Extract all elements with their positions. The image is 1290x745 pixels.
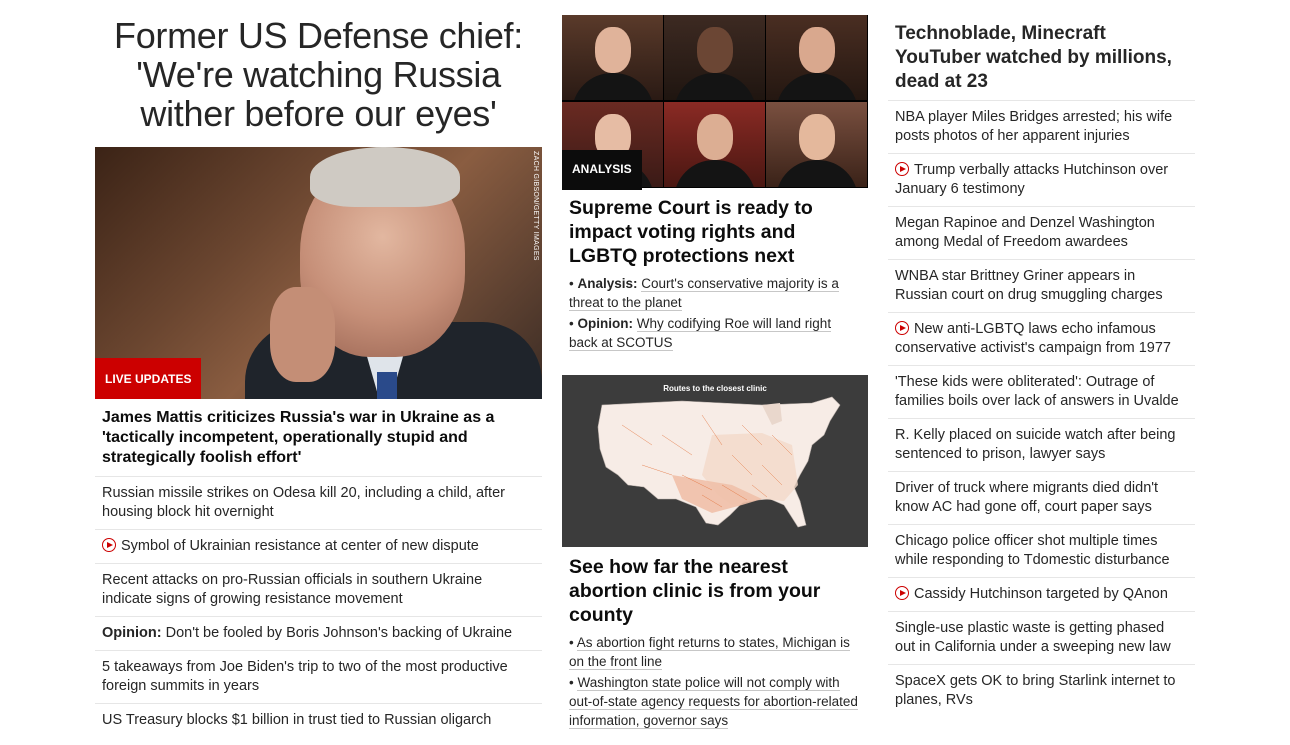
clinic-related-links: • As abortion fight returns to states, M…	[562, 631, 868, 730]
story-link[interactable]: SpaceX gets OK to bring Starlink interne…	[888, 664, 1195, 717]
video-play-icon	[895, 321, 909, 335]
story-link[interactable]: NBA player Miles Bridges arrested; his w…	[888, 100, 1195, 153]
video-play-icon	[895, 586, 909, 600]
story-text: R. Kelly placed on suicide watch after b…	[895, 427, 1176, 462]
story-text: 5 takeaways from Joe Biden's trip to two…	[102, 659, 508, 694]
analysis-badge[interactable]: ANALYSIS	[562, 150, 642, 190]
justice-photo	[664, 102, 765, 187]
lead-story-link[interactable]: James Mattis criticizes Russia's war in …	[95, 399, 542, 476]
story-text: WNBA star Brittney Griner appears in Rus…	[895, 268, 1163, 303]
video-play-icon	[895, 162, 909, 176]
story-link[interactable]: Driver of truck where migrants died didn…	[888, 471, 1195, 524]
related-link[interactable]: • Washington state police will not compl…	[562, 671, 868, 730]
clinic-headline[interactable]: See how far the nearest abortion clinic …	[562, 547, 868, 631]
right-story-list: NBA player Miles Bridges arrested; his w…	[888, 100, 1195, 717]
main-story-list: Russian missile strikes on Odesa kill 20…	[95, 476, 542, 737]
justice-photo	[664, 15, 765, 100]
main-story-column: Former US Defense chief: 'We're watching…	[95, 0, 542, 737]
justice-photo	[766, 15, 867, 100]
supreme-court-image[interactable]: ANALYSIS	[562, 15, 868, 190]
story-link[interactable]: Russian missile strikes on Odesa kill 20…	[95, 476, 542, 529]
us-map-graphic	[597, 396, 841, 528]
justice-photo	[562, 15, 663, 100]
scotus-related-links: • Analysis: Court's conservative majorit…	[562, 272, 868, 352]
related-link[interactable]: • Opinion: Why codifying Roe will land r…	[562, 312, 868, 352]
story-text: Driver of truck where migrants died didn…	[895, 480, 1159, 515]
story-link[interactable]: WNBA star Brittney Griner appears in Rus…	[888, 259, 1195, 312]
video-play-icon	[102, 538, 116, 552]
story-text: Cassidy Hutchinson targeted by QAnon	[914, 586, 1168, 602]
photo-credit: ZACH GIBSON/GETTY IMAGES	[532, 151, 539, 261]
related-text: Washington state police will not comply …	[569, 675, 858, 729]
story-text: Don't be fooled by Boris Johnson's backi…	[161, 625, 513, 641]
right-column: Technoblade, Minecraft YouTuber watched …	[888, 0, 1195, 717]
story-link[interactable]: Symbol of Ukrainian resistance at center…	[95, 529, 542, 563]
live-updates-badge[interactable]: LIVE UPDATES	[95, 358, 202, 399]
story-link[interactable]: Recent attacks on pro-Russian officials …	[95, 563, 542, 616]
story-link[interactable]: R. Kelly placed on suicide watch after b…	[888, 418, 1195, 471]
story-link[interactable]: Trump verbally attacks Hutchinson over J…	[888, 153, 1195, 206]
story-link[interactable]: Cassidy Hutchinson targeted by QAnon	[888, 577, 1195, 611]
main-story-image[interactable]: ZACH GIBSON/GETTY IMAGES LIVE UPDATES	[95, 147, 542, 399]
story-text: NBA player Miles Bridges arrested; his w…	[895, 109, 1173, 144]
related-link[interactable]: • As abortion fight returns to states, M…	[562, 631, 868, 671]
story-text: Recent attacks on pro-Russian officials …	[102, 572, 483, 607]
story-link[interactable]: 5 takeaways from Joe Biden's trip to two…	[95, 650, 542, 703]
story-prefix: Opinion:	[102, 625, 162, 641]
story-text: US Treasury blocks $1 billion in trust t…	[102, 712, 492, 728]
story-link[interactable]: Chicago police officer shot multiple tim…	[888, 524, 1195, 577]
story-text: Chicago police officer shot multiple tim…	[895, 533, 1170, 568]
related-link[interactable]: • Analysis: Court's conservative majorit…	[562, 272, 868, 312]
story-link[interactable]: New anti-LGBTQ laws echo infamous conser…	[888, 312, 1195, 365]
scotus-headline[interactable]: Supreme Court is ready to impact voting …	[562, 188, 868, 272]
story-text: Russian missile strikes on Odesa kill 20…	[102, 485, 505, 520]
story-link[interactable]: 'These kids were obliterated': Outrage o…	[888, 365, 1195, 418]
story-link[interactable]: Megan Rapinoe and Denzel Washington amon…	[888, 206, 1195, 259]
story-text: Symbol of Ukrainian resistance at center…	[121, 538, 479, 554]
story-text: Trump verbally attacks Hutchinson over J…	[895, 162, 1169, 197]
abortion-clinic-map[interactable]: Routes to the closest clinic	[562, 375, 868, 547]
story-text: SpaceX gets OK to bring Starlink interne…	[895, 673, 1176, 708]
justice-photo	[766, 102, 867, 187]
related-text: As abortion fight returns to states, Mic…	[569, 635, 850, 670]
top-story-link[interactable]: Technoblade, Minecraft YouTuber watched …	[888, 0, 1195, 100]
main-headline[interactable]: Former US Defense chief: 'We're watching…	[95, 16, 542, 133]
story-link[interactable]: Single-use plastic waste is getting phas…	[888, 611, 1195, 664]
middle-column: ANALYSIS Supreme Court is ready to impac…	[562, 0, 868, 730]
story-text: 'These kids were obliterated': Outrage o…	[895, 374, 1179, 409]
story-text: Single-use plastic waste is getting phas…	[895, 620, 1171, 655]
story-link[interactable]: Opinion: Don't be fooled by Boris Johnso…	[95, 616, 542, 650]
story-link[interactable]: US Treasury blocks $1 billion in trust t…	[95, 703, 542, 737]
story-text: New anti-LGBTQ laws echo infamous conser…	[895, 321, 1171, 356]
related-prefix: Analysis:	[577, 276, 638, 291]
related-prefix: Opinion:	[577, 316, 633, 331]
story-text: Megan Rapinoe and Denzel Washington amon…	[895, 215, 1155, 250]
